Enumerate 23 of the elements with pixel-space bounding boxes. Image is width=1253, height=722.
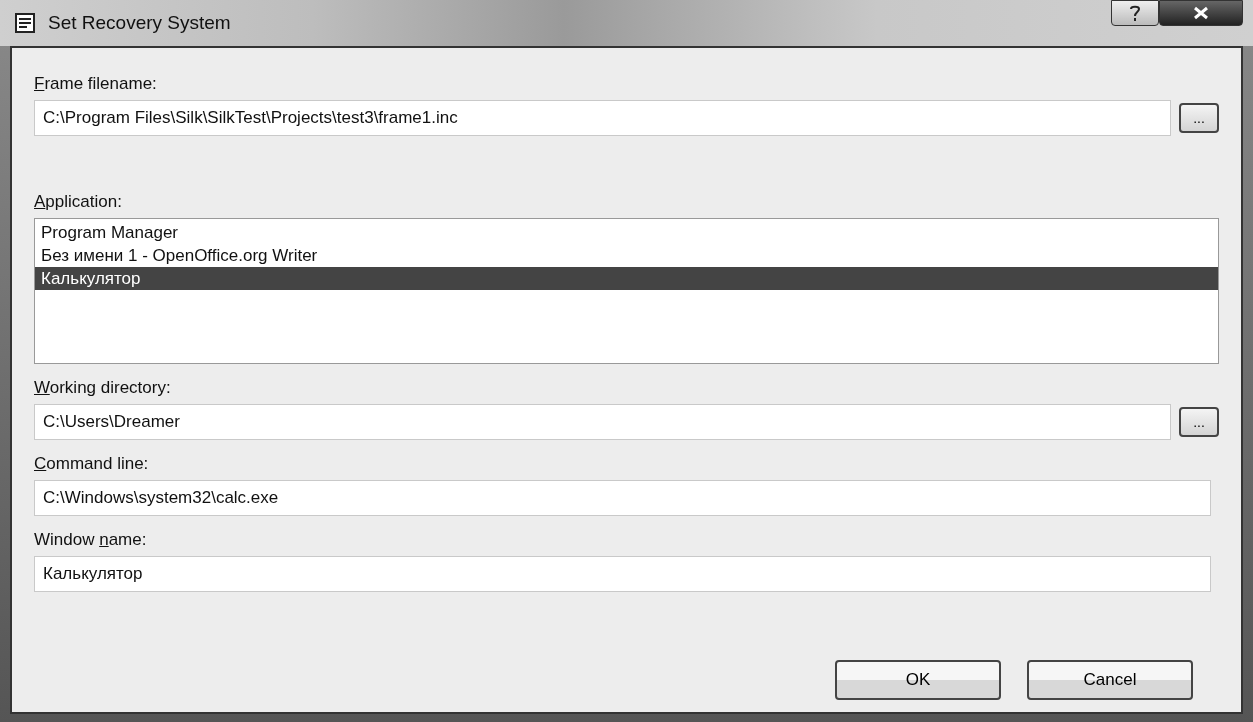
browse-button[interactable]: ... [1179, 407, 1219, 437]
field-label: Frame filename: [34, 74, 157, 94]
help-button[interactable] [1111, 0, 1159, 26]
input-field[interactable]: C:\Program Files\Silk\SilkTest\Projects\test3\frame1.inc [34, 100, 1171, 136]
list-item[interactable]: Program Manager [35, 221, 1218, 244]
field-label: Application: [34, 192, 122, 212]
close-button[interactable] [1159, 0, 1243, 26]
field-label: Command line: [34, 454, 149, 474]
list-item[interactable]: Калькулятор [35, 267, 1218, 290]
input-field[interactable]: Калькулятор [34, 556, 1211, 592]
document-icon [14, 12, 36, 34]
input-field[interactable]: C:\Users\Dreamer [34, 404, 1171, 440]
list-item[interactable]: Без имени 1 - OpenOffice.org Writer [35, 244, 1218, 267]
input-field[interactable]: C:\Windows\system32\calc.exe [34, 480, 1211, 516]
browse-button[interactable]: ... [1179, 103, 1219, 133]
field-label: Window name: [34, 530, 147, 550]
list-box[interactable]: Program Manager Без имени 1 - OpenOffice.org Writer Калькулятор [34, 218, 1219, 364]
window-title: Set Recovery System [48, 12, 231, 34]
close-icon [1193, 6, 1209, 20]
help-icon [1129, 4, 1141, 22]
field-label: Working directory: [34, 378, 171, 398]
ok-button[interactable]: OK [835, 660, 1001, 700]
cancel-button[interactable]: Cancel [1027, 660, 1193, 700]
